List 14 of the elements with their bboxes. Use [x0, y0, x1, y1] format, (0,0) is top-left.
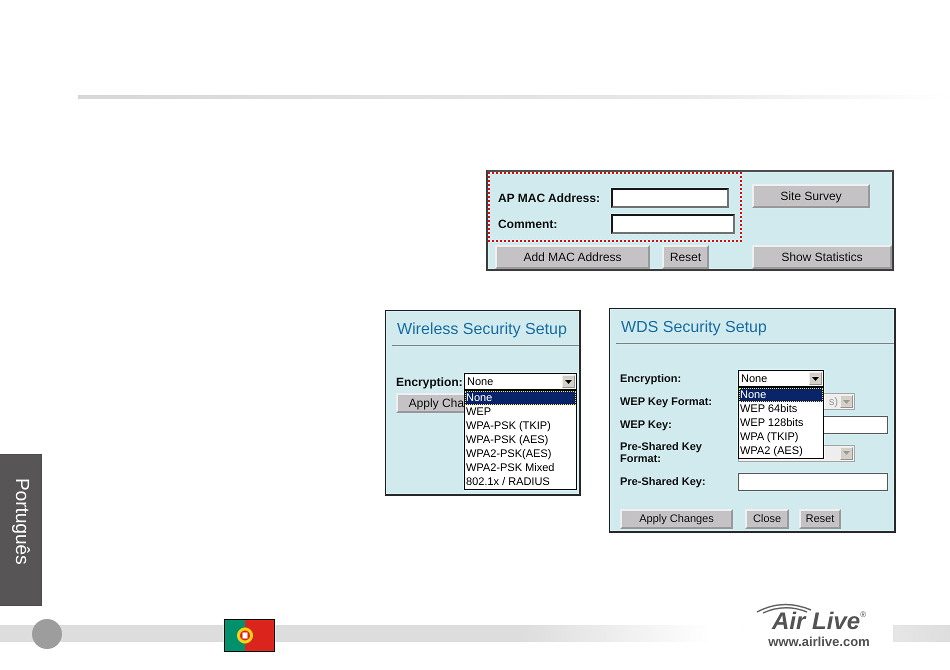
field-label: Pre-Shared Key Format:: [619, 441, 703, 465]
panel-title: Wireless Security Setup: [396, 320, 568, 340]
panel-title: WDS Security Setup: [620, 318, 768, 338]
field-label: Encryption:: [396, 374, 464, 388]
field-label: WEP Key Format:: [619, 396, 714, 408]
field-label: Encryption:: [619, 372, 682, 384]
field-label: WEP Key:: [619, 418, 673, 430]
website-url: www.airlive.com: [768, 634, 870, 649]
field-label: Comment:: [498, 217, 558, 231]
registered-mark: ®: [860, 610, 866, 619]
field-label: Pre-Shared Key:: [619, 476, 707, 488]
language-label: Português: [10, 478, 32, 565]
field-label: AP MAC Address:: [498, 191, 602, 205]
brand-logo: Air Live: [772, 610, 860, 634]
